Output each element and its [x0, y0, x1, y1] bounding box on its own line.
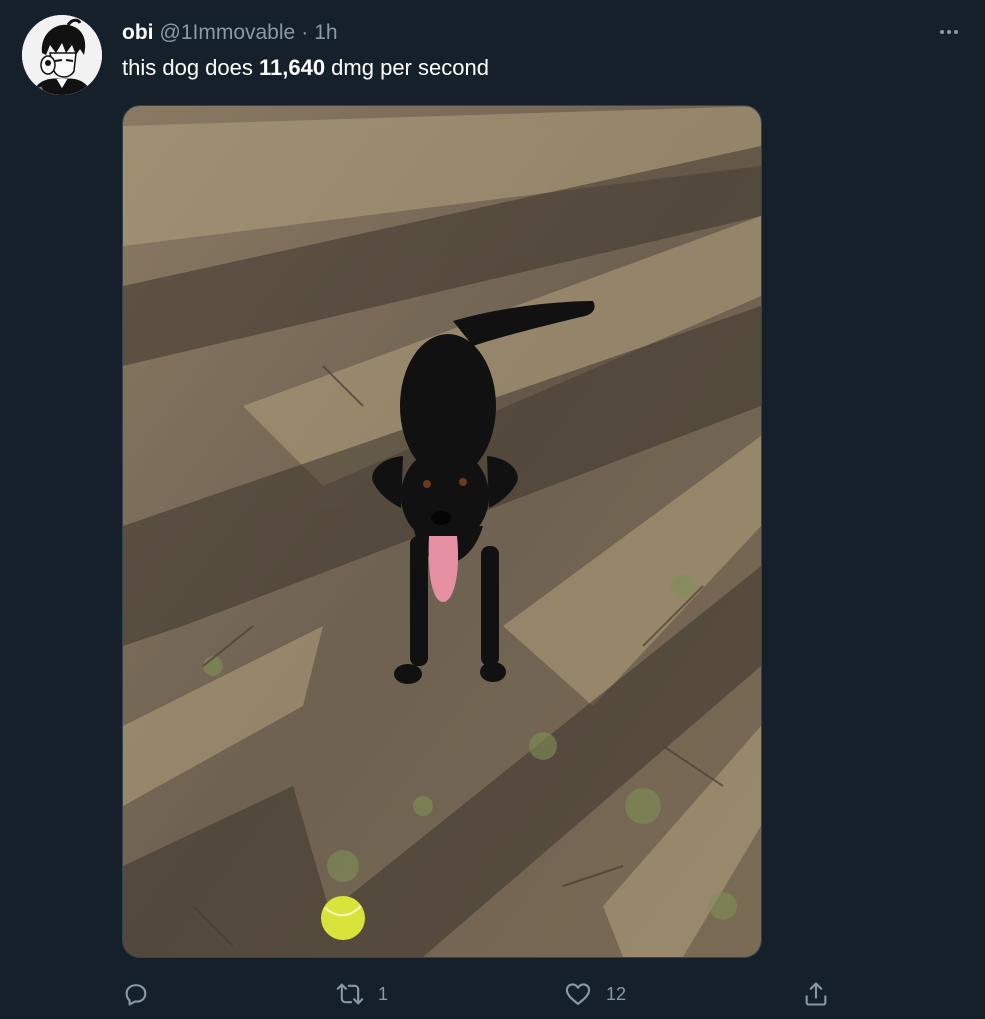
dog-photo-illustration	[123, 106, 761, 957]
avatar[interactable]	[22, 15, 102, 95]
retweet-icon	[336, 983, 364, 1005]
retweet-count: 1	[378, 983, 389, 1004]
heart-icon	[565, 983, 591, 1005]
tweet-actions: 1 12	[122, 976, 842, 1012]
reply-icon	[125, 984, 147, 1006]
avatar-illustration	[22, 15, 102, 95]
tweet-text-end: dmg per second	[325, 55, 489, 80]
author-handle[interactable]: @1Immovable	[160, 21, 296, 45]
reply-button[interactable]	[122, 976, 164, 1012]
like-count: 12	[606, 983, 627, 1004]
tweet-photo[interactable]	[122, 105, 762, 958]
more-button[interactable]	[933, 16, 965, 48]
tweet-text-bold: 11,640	[258, 55, 326, 80]
more-horizontal-icon	[940, 30, 958, 34]
like-button[interactable]: 12	[564, 976, 626, 1012]
author-name[interactable]: obi	[122, 21, 154, 45]
tweet: obi @1Immovable · 1h this dog does 11,64…	[0, 0, 985, 1019]
tweet-header: obi @1Immovable · 1h	[122, 19, 338, 47]
share-icon	[805, 982, 827, 1006]
separator-dot: ·	[301, 21, 309, 44]
tweet-text-start: this dog does	[122, 55, 259, 80]
tweet-text: this dog does 11,640 dmg per second	[122, 55, 489, 81]
share-button[interactable]	[802, 976, 830, 1012]
retweet-button[interactable]: 1	[336, 976, 388, 1012]
timestamp[interactable]: 1h	[314, 21, 337, 45]
